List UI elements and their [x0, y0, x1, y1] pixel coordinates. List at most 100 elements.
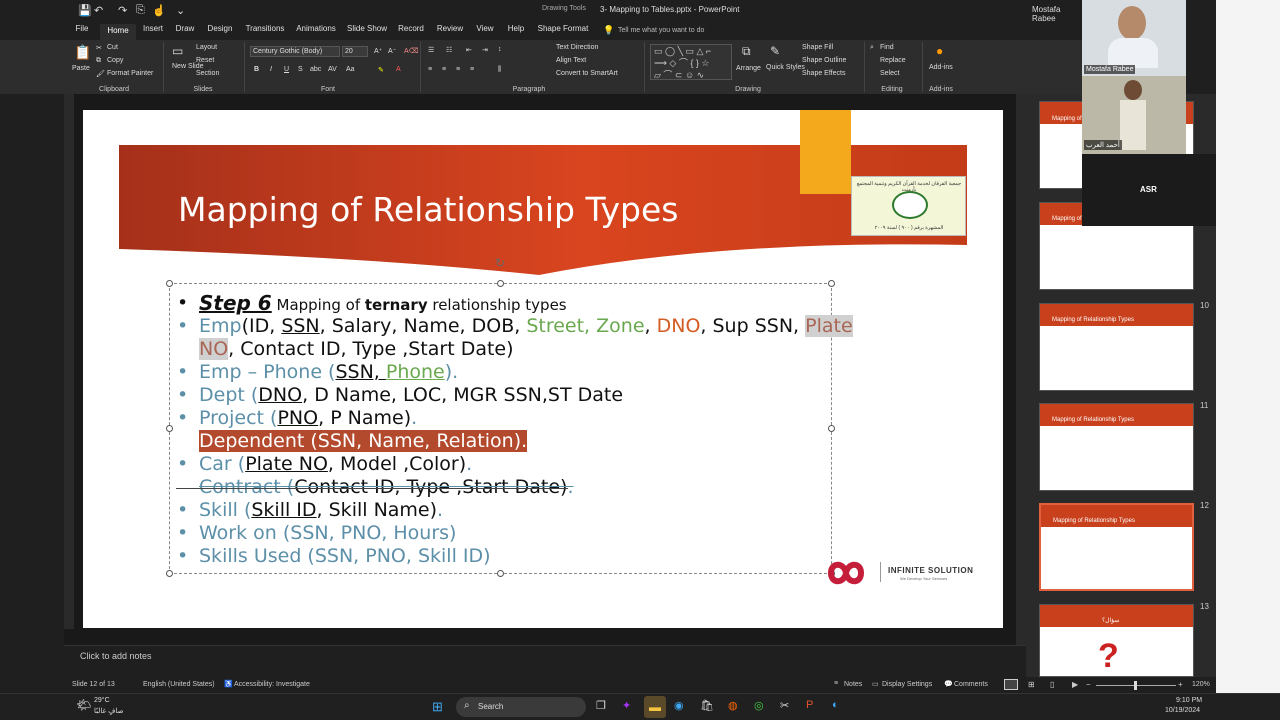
tab-view[interactable]: View [472, 24, 498, 33]
zoom-level[interactable]: 120% [1192, 681, 1210, 688]
chrome-icon[interactable]: ◎ [754, 699, 764, 712]
spacing-icon[interactable]: AV [328, 66, 337, 73]
copy-button[interactable]: Copy [107, 57, 123, 64]
customize-qat-icon[interactable]: ⌄ [176, 4, 185, 17]
shape-outline-button[interactable]: Shape Outline [802, 57, 846, 64]
align-right-icon[interactable]: ≡ [456, 66, 460, 73]
touch-icon[interactable]: ☝ [152, 4, 166, 17]
rotate-handle-icon[interactable]: ↻ [495, 256, 505, 270]
slide-thumbnail[interactable]: Mapping of Relationship Types [1039, 303, 1194, 391]
convert-smartart-button[interactable]: Convert to SmartArt [556, 70, 618, 77]
resize-handle[interactable] [497, 280, 504, 287]
cut-icon[interactable]: ✂ [96, 44, 102, 52]
addins-button[interactable]: Add-ins [929, 64, 953, 71]
font-name-box[interactable]: Century Gothic (Body) [250, 46, 340, 57]
right-scrollbar[interactable] [1016, 94, 1026, 677]
accessibility-status[interactable]: Accessibility: Investigate [234, 681, 310, 688]
user-name[interactable]: Mostafa Rabee [1032, 5, 1082, 23]
file-explorer-icon[interactable]: ▬ [644, 696, 666, 718]
shrink-font-icon[interactable]: A⁻ [388, 47, 396, 55]
task-view-icon[interactable]: ❐ [596, 699, 606, 712]
font-color-icon[interactable]: A [396, 66, 401, 73]
format-painter-button[interactable]: Format Painter [107, 70, 153, 77]
tab-slide-show[interactable]: Slide Show [346, 24, 388, 33]
left-scrollbar[interactable] [64, 94, 74, 629]
align-text-button[interactable]: Align Text [556, 57, 586, 64]
bold-icon[interactable]: B [254, 66, 259, 73]
strikethrough-icon[interactable]: abc [310, 66, 321, 73]
highlight-icon[interactable]: ✎ [378, 66, 384, 74]
tab-design[interactable]: Design [204, 24, 236, 33]
tab-animations[interactable]: Animations [294, 24, 338, 33]
new-slide-button[interactable]: New Slide [172, 63, 204, 70]
paste-icon[interactable]: 📋 [74, 44, 91, 61]
font-size-box[interactable]: 20 [342, 46, 368, 57]
comments-button[interactable]: Comments [954, 681, 988, 688]
tab-transitions[interactable]: Transitions [244, 24, 286, 33]
weather-desc[interactable]: صافٍ غالبًا [94, 707, 123, 715]
resize-handle[interactable] [166, 570, 173, 577]
tab-file[interactable]: File [70, 24, 94, 33]
indent-icon[interactable]: ⇤ [466, 46, 472, 54]
tab-help[interactable]: Help [504, 24, 528, 33]
zoom-out-icon[interactable]: − [1086, 680, 1091, 689]
quick-styles-icon[interactable]: ✎ [770, 44, 780, 58]
layout-button[interactable]: Layout [196, 44, 217, 51]
outdent-icon[interactable]: ⇥ [482, 46, 488, 54]
windows-start-icon[interactable]: ⊞ [432, 699, 443, 715]
undo-icon[interactable]: ↶ [94, 4, 103, 17]
zoom-in-icon[interactable]: + [1178, 680, 1183, 689]
tab-review[interactable]: Review [434, 24, 466, 33]
find-icon[interactable]: ⌕ [870, 44, 874, 52]
reset-button[interactable]: Reset [196, 57, 214, 64]
copilot-icon[interactable]: ✦ [622, 699, 631, 712]
bullets-icon[interactable]: ☰ [428, 46, 434, 54]
tab-home[interactable]: Home [100, 24, 136, 40]
reading-view-icon[interactable]: ▯ [1050, 680, 1054, 689]
slideshow-icon[interactable]: ▶ [1072, 680, 1078, 689]
cut-button[interactable]: Cut [107, 44, 118, 51]
language-status[interactable]: English (United States) [143, 681, 215, 688]
numbering-icon[interactable]: ☷ [446, 46, 452, 54]
slide-title[interactable]: Mapping of Relationship Types [178, 190, 678, 229]
case-icon[interactable]: Aa [346, 66, 355, 73]
zoom-slider-thumb[interactable] [1134, 681, 1137, 690]
justify-icon[interactable]: ≡ [470, 66, 474, 73]
notes-icon[interactable]: ≡ [834, 680, 838, 687]
select-button[interactable]: Select [880, 70, 899, 77]
weather-temp[interactable]: 29°C [94, 697, 110, 704]
align-left-icon[interactable]: ≡ [428, 66, 432, 73]
replace-button[interactable]: Replace [880, 57, 906, 64]
format-painter-icon[interactable]: 🖌 [96, 70, 105, 78]
notes-placeholder[interactable]: Click to add notes [80, 651, 152, 661]
resize-handle[interactable] [166, 425, 173, 432]
tell-me-input[interactable]: Tell me what you want to do [618, 27, 704, 34]
underline-icon[interactable]: U [284, 66, 289, 73]
find-button[interactable]: Find [880, 44, 894, 51]
arrange-icon[interactable]: ⧉ [742, 44, 751, 59]
taskbar-search-box[interactable]: ⌕ Search [456, 697, 586, 717]
firefox-icon[interactable]: ◍ [728, 699, 738, 712]
text-direction-button[interactable]: Text Direction [556, 44, 598, 51]
tools-icon[interactable]: ✂ [780, 699, 789, 712]
tab-shape-format[interactable]: Shape Format [536, 24, 590, 33]
resize-handle[interactable] [166, 280, 173, 287]
shape-fill-button[interactable]: Shape Fill [802, 44, 833, 51]
slide-sorter-icon[interactable]: ⊞ [1028, 680, 1035, 689]
resize-handle[interactable] [497, 570, 504, 577]
display-settings-button[interactable]: Display Settings [882, 681, 932, 688]
weather-icon[interactable]: 🌤 [76, 698, 91, 712]
slide-thumbnail-selected[interactable]: Mapping of Relationship Types [1039, 503, 1194, 591]
section-button[interactable]: Section [196, 70, 219, 77]
tab-insert[interactable]: Insert [140, 24, 166, 33]
clear-format-icon[interactable]: A⌫ [404, 47, 419, 55]
powerpoint-icon[interactable]: P [806, 699, 813, 711]
addins-icon[interactable]: ● [936, 44, 943, 58]
notes-button[interactable]: Notes [844, 681, 862, 688]
shapes-gallery[interactable]: ▭ ◯ ╲ ▭ △ ⌐ ⟶ ◇ ⌒ { } ☆ ▱ ⌒ ⊂ ☺ ∿ [650, 44, 732, 80]
copy-icon[interactable]: ⧉ [96, 57, 101, 65]
italic-icon[interactable]: I [270, 66, 272, 73]
edge-icon[interactable]: ◉ [674, 699, 684, 712]
clock-date[interactable]: 10/19/2024 [1165, 707, 1200, 714]
display-settings-icon[interactable]: ▭ [872, 680, 879, 688]
